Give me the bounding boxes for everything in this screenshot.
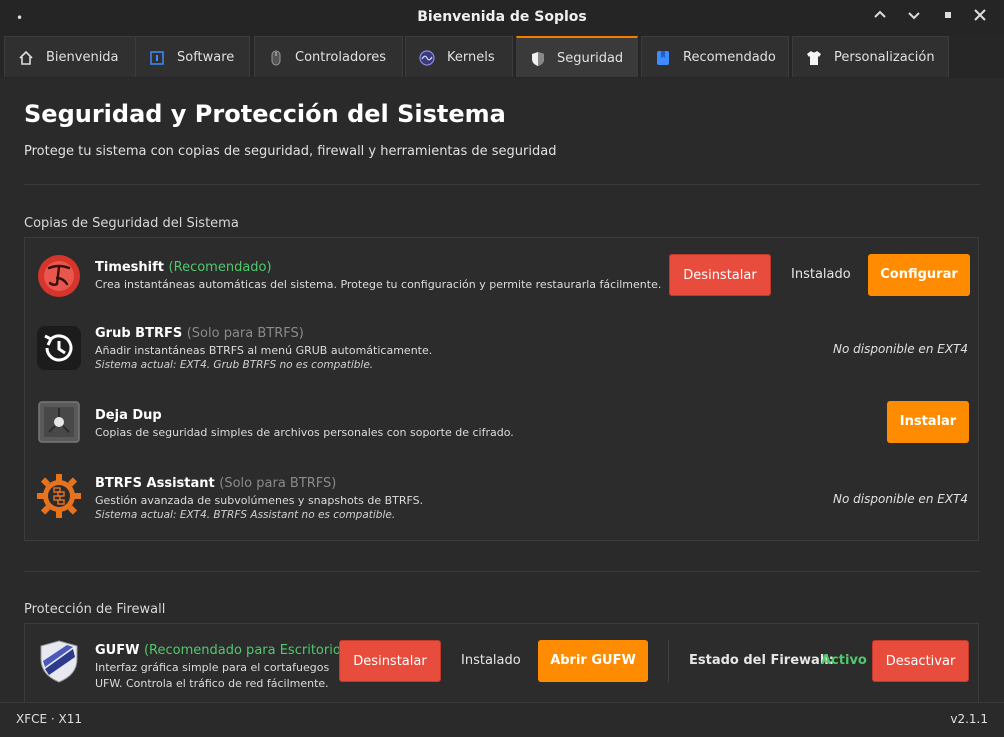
chevron-up-icon[interactable] — [870, 8, 890, 28]
list-item-btrfs-assistant: BTRFS Assistant (Solo para BTRFS) Gestió… — [25, 462, 978, 538]
tab-label: Personalización — [834, 50, 935, 65]
install-status: Instalado — [461, 653, 521, 668]
tab-label: Bienvenida — [46, 50, 119, 65]
page-title: Seguridad y Protección del Sistema — [24, 100, 506, 128]
item-name: Grub BTRFS (Solo para BTRFS) — [95, 326, 304, 341]
open-gufw-button[interactable]: Abrir GUFW — [538, 640, 648, 682]
session-info: XFCE · X11 — [16, 712, 83, 726]
list-item-deja-dup: Deja Dup Copias de seguridad simples de … — [25, 388, 978, 462]
tab-label: Software — [177, 50, 235, 65]
content-area[interactable]: Seguridad y Protección del Sistema Prote… — [0, 78, 1004, 702]
tab-controladores[interactable]: Controladores — [254, 36, 403, 77]
deactivate-button[interactable]: Desactivar — [872, 640, 969, 682]
recommended-tag: (Recomendado) — [168, 260, 272, 275]
tab-seguridad[interactable]: Seguridad — [516, 36, 638, 77]
tab-personalizacion[interactable]: Personalización — [792, 36, 949, 77]
kernel-icon — [419, 50, 435, 66]
item-description: Crea instantáneas automáticas del sistem… — [95, 278, 662, 291]
maximize-icon[interactable] — [938, 8, 958, 28]
item-name: Timeshift (Recomendado) — [95, 260, 272, 275]
firewall-state-label: Estado del Firewall: — [689, 653, 834, 668]
compat-note: Sistema actual: EXT4. Grub BTRFS no es c… — [95, 359, 374, 371]
home-icon — [19, 50, 33, 65]
title-bar: • Bienvenida de Soplos — [0, 0, 1004, 37]
mouse-icon — [271, 50, 281, 66]
tab-label: Controladores — [295, 50, 386, 65]
uninstall-button[interactable]: Desinstalar — [339, 640, 441, 682]
tab-bar: Bienvenida Software Controladores Kernel… — [0, 36, 1004, 78]
btrfs-only-tag: (Solo para BTRFS) — [186, 326, 304, 341]
item-name: BTRFS Assistant (Solo para BTRFS) — [95, 476, 337, 491]
history-icon — [37, 326, 81, 370]
item-name: Deja Dup — [95, 408, 162, 423]
list-item-timeshift: Timeshift (Recomendado) Crea instantánea… — [25, 238, 978, 314]
btrfs-only-tag: (Solo para BTRFS) — [219, 476, 337, 491]
version-label: v2.1.1 — [950, 712, 988, 726]
availability-status: No disponible en EXT4 — [833, 492, 968, 506]
section-title-backup: Copias de Seguridad del Sistema — [24, 216, 239, 231]
list-item-gufw: GUFW (Recomendado para Escritorio) Inter… — [25, 624, 978, 702]
tab-recomendado[interactable]: Recomendado — [641, 36, 789, 77]
uninstall-button[interactable]: Desinstalar — [669, 254, 771, 296]
divider — [24, 571, 980, 572]
item-description-line2: UFW. Controla el tráfico de red fácilmen… — [95, 677, 329, 690]
recommended-tag: (Recomendado para Escritorio) — [143, 643, 346, 658]
window-title: Bienvenida de Soplos — [417, 9, 587, 25]
backup-panel: Timeshift (Recomendado) Crea instantánea… — [24, 237, 979, 541]
item-description-line1: Interfaz gráfica simple para el cortafue… — [95, 661, 330, 674]
configure-button[interactable]: Configurar — [868, 254, 970, 296]
gear-icon — [37, 474, 81, 518]
install-status: Instalado — [791, 267, 851, 282]
item-description: Gestión avanzada de subvolúmenes y snaps… — [95, 494, 424, 507]
item-name: GUFW (Recomendado para Escritorio) — [95, 643, 346, 658]
software-icon — [150, 51, 164, 65]
availability-status: No disponible en EXT4 — [833, 342, 968, 356]
item-description: Copias de seguridad simples de archivos … — [95, 426, 514, 439]
divider — [668, 640, 669, 682]
shirt-icon — [807, 51, 821, 65]
tab-label: Kernels — [447, 50, 495, 65]
shield-icon — [532, 52, 544, 66]
item-description: Añadir instantáneas BTRFS al menú GRUB a… — [95, 344, 433, 357]
safe-icon — [38, 401, 80, 443]
tab-label: Seguridad — [557, 51, 624, 66]
tab-label: Recomendado — [683, 50, 776, 65]
minimize-icon[interactable] — [904, 8, 924, 28]
firewall-state-value: Activo — [821, 653, 867, 668]
gufw-shield-icon — [40, 640, 78, 683]
compat-note: Sistema actual: EXT4. BTRFS Assistant no… — [95, 509, 396, 521]
tab-bienvenida[interactable]: Bienvenida — [4, 36, 138, 77]
divider — [24, 184, 980, 185]
list-item-grub-btrfs: Grub BTRFS (Solo para BTRFS) Añadir inst… — [25, 314, 978, 388]
close-icon[interactable] — [970, 8, 990, 28]
page-subtitle: Protege tu sistema con copias de segurid… — [24, 144, 557, 159]
status-bar: XFCE · X11 v2.1.1 — [0, 702, 1004, 737]
bookmark-icon — [657, 51, 669, 65]
firewall-panel: GUFW (Recomendado para Escritorio) Inter… — [24, 623, 979, 702]
timeshift-icon — [38, 255, 80, 297]
section-title-firewall: Protección de Firewall — [24, 602, 166, 617]
tab-software[interactable]: Software — [135, 36, 250, 77]
tab-kernels[interactable]: Kernels — [405, 36, 513, 77]
install-button[interactable]: Instalar — [887, 401, 969, 443]
